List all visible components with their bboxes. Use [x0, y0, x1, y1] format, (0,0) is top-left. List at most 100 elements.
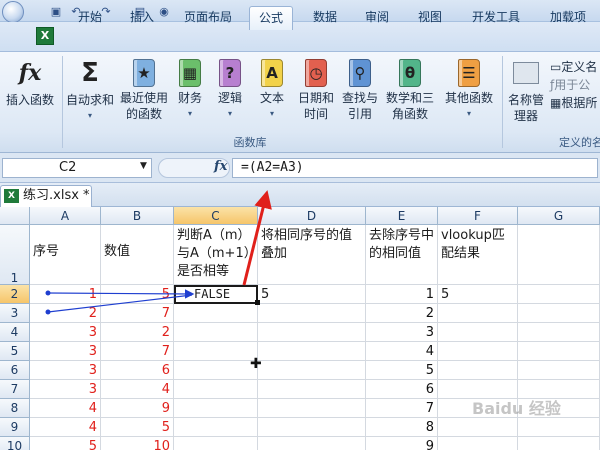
cell-e9[interactable]: 8 [366, 418, 438, 437]
financial-button[interactable]: ▦ 财务 ▾ [172, 58, 208, 122]
chevron-down-icon[interactable]: ▼ [140, 161, 147, 171]
cell-b2[interactable]: 5 [101, 285, 174, 304]
tab-view[interactable]: 视图 [410, 6, 450, 30]
cell-e1[interactable]: 去除序号中的相同值 [366, 225, 438, 285]
create-from-selection-button[interactable]: ▦根据所 [550, 94, 597, 112]
tab-formulas[interactable]: 公式 [249, 6, 293, 30]
cell-e4[interactable]: 3 [366, 323, 438, 342]
cell-e2[interactable]: 1 [366, 285, 438, 304]
math-button[interactable]: θ 数学和三角函数 [384, 58, 436, 122]
cell-f10[interactable] [438, 437, 518, 450]
logical-button[interactable]: ? 逻辑 ▾ [212, 58, 248, 122]
cell-g10[interactable] [518, 437, 600, 450]
row-header-3[interactable]: 3 [0, 304, 30, 323]
tab-page-layout[interactable]: 页面布局 [176, 6, 240, 30]
cell-a3[interactable]: 2 [30, 304, 101, 323]
column-header-a[interactable]: A [30, 207, 101, 225]
cell-a7[interactable]: 3 [30, 380, 101, 399]
row-header-7[interactable]: 7 [0, 380, 30, 399]
cell-a6[interactable]: 3 [30, 361, 101, 380]
cell-c5[interactable] [174, 342, 258, 361]
cell-f9[interactable] [438, 418, 518, 437]
cell-a5[interactable]: 3 [30, 342, 101, 361]
column-header-c[interactable]: C [174, 207, 258, 225]
cell-b3[interactable]: 7 [101, 304, 174, 323]
cell-d1[interactable]: 将相同序号的值叠加 [258, 225, 366, 285]
cell-b4[interactable]: 2 [101, 323, 174, 342]
cell-e5[interactable]: 4 [366, 342, 438, 361]
row-header-4[interactable]: 4 [0, 323, 30, 342]
cell-d9[interactable] [258, 418, 366, 437]
cell-g6[interactable] [518, 361, 600, 380]
row-header-1[interactable]: 1 [0, 225, 30, 285]
cell-f3[interactable] [438, 304, 518, 323]
cell-b5[interactable]: 7 [101, 342, 174, 361]
cell-d7[interactable] [258, 380, 366, 399]
datetime-button[interactable]: ◷ 日期和时间 [294, 58, 338, 122]
cell-f1[interactable]: vlookup匹配结果 [438, 225, 518, 285]
cell-d4[interactable] [258, 323, 366, 342]
cell-g5[interactable] [518, 342, 600, 361]
row-header-2[interactable]: 2 [0, 285, 30, 304]
tab-home[interactable]: 开始 [70, 6, 110, 30]
column-header-d[interactable]: D [258, 207, 366, 225]
cell-b8[interactable]: 9 [101, 399, 174, 418]
name-box[interactable]: C2 [2, 158, 152, 178]
row-header-6[interactable]: 6 [0, 361, 30, 380]
cell-c7[interactable] [174, 380, 258, 399]
save-icon[interactable]: ▣ [48, 3, 64, 19]
cell-e6[interactable]: 5 [366, 361, 438, 380]
row-header-5[interactable]: 5 [0, 342, 30, 361]
cell-d5[interactable] [258, 342, 366, 361]
column-header-b[interactable]: B [101, 207, 174, 225]
office-button[interactable] [2, 1, 24, 23]
cell-c6[interactable] [174, 361, 258, 380]
cell-g1[interactable] [518, 225, 600, 285]
cell-f5[interactable] [438, 342, 518, 361]
cell-g2[interactable] [518, 285, 600, 304]
cell-f2[interactable]: 5 [438, 285, 518, 304]
cell-c10[interactable] [174, 437, 258, 450]
tab-insert[interactable]: 插入 [122, 6, 162, 30]
cell-a10[interactable]: 5 [30, 437, 101, 450]
cell-a8[interactable]: 4 [30, 399, 101, 418]
row-header-9[interactable]: 9 [0, 418, 30, 437]
lookup-button[interactable]: ⚲ 查找与引用 [338, 58, 382, 122]
name-manager-button[interactable]: 名称管理器 [504, 58, 548, 124]
cell-d10[interactable] [258, 437, 366, 450]
column-header-g[interactable]: G [518, 207, 600, 225]
cell-b10[interactable]: 10 [101, 437, 174, 450]
cell-d8[interactable] [258, 399, 366, 418]
tab-developer[interactable]: 开发工具 [464, 6, 528, 30]
cell-c4[interactable] [174, 323, 258, 342]
tab-review[interactable]: 审阅 [357, 6, 397, 30]
cell-f6[interactable] [438, 361, 518, 380]
cell-b7[interactable]: 4 [101, 380, 174, 399]
column-header-f[interactable]: F [438, 207, 518, 225]
cell-g3[interactable] [518, 304, 600, 323]
cell-b6[interactable]: 6 [101, 361, 174, 380]
cell-e7[interactable]: 6 [366, 380, 438, 399]
cell-c2[interactable]: FALSE [174, 285, 258, 304]
define-name-button[interactable]: ▭定义名 [550, 58, 597, 76]
cell-e8[interactable]: 7 [366, 399, 438, 418]
recent-functions-button[interactable]: ★ 最近使用的函数 [116, 58, 172, 122]
insert-function-button[interactable]: fx 插入函数 [2, 58, 58, 108]
cell-a2[interactable]: 1 [30, 285, 101, 304]
row-header-8[interactable]: 8 [0, 399, 30, 418]
cell-b9[interactable]: 5 [101, 418, 174, 437]
formula-input[interactable]: =(A2=A3) [232, 158, 598, 178]
cell-d3[interactable] [258, 304, 366, 323]
autosum-button[interactable]: Σ 自动求和 ▾ [64, 58, 116, 124]
cell-a1[interactable]: 序号 [30, 225, 101, 285]
text-button[interactable]: A 文本 ▾ [254, 58, 290, 122]
cell-c1[interactable]: 判断A（m）与A（m+1）是否相等 [174, 225, 258, 285]
tab-data[interactable]: 数据 [305, 6, 345, 30]
cell-e3[interactable]: 2 [366, 304, 438, 323]
row-header-10[interactable]: 10 [0, 437, 30, 450]
tab-addins[interactable]: 加载项 [540, 6, 596, 30]
cell-f4[interactable] [438, 323, 518, 342]
fx-icon[interactable]: fx [214, 159, 227, 174]
cell-g9[interactable] [518, 418, 600, 437]
cell-b1[interactable]: 数值 [101, 225, 174, 285]
